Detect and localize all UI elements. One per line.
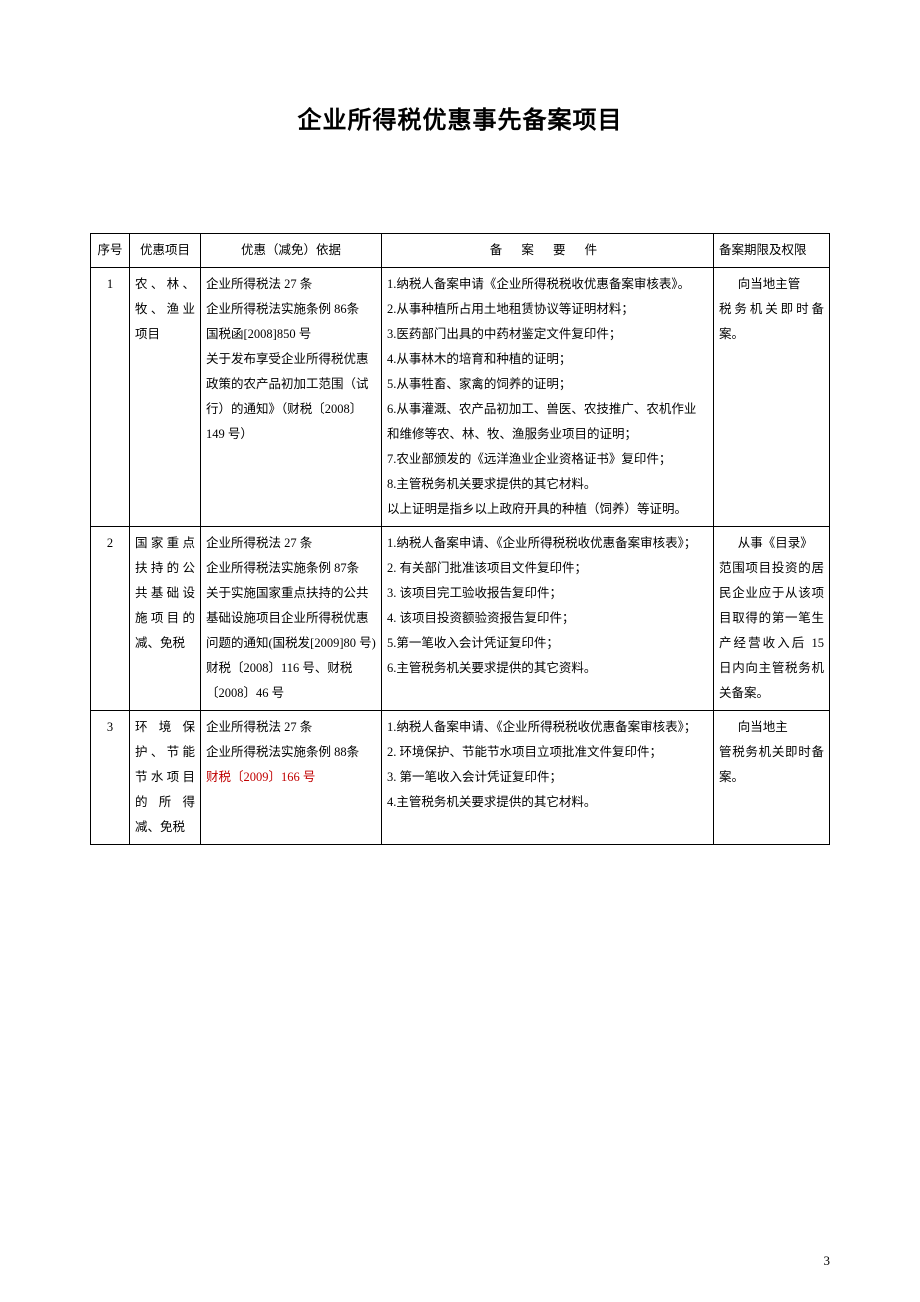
page-title: 企业所得税优惠事先备案项目: [90, 100, 830, 143]
basis-plain: 企业所得税法 27 条企业所得税法实施条例 88条: [206, 720, 359, 759]
cell-basis: 企业所得税法 27 条企业所得税法实施条例 86条国税函[2008]850 号关…: [201, 268, 382, 527]
cell-item: 农、林、牧、渔业项目: [130, 268, 201, 527]
header-index: 序号: [91, 234, 130, 268]
header-requirements: 备 案 要 件: [382, 234, 714, 268]
period-rest: 范围项目投资的居民企业应于从该项目取得的第一笔生产经营收入后 15 日内向主管税…: [719, 561, 824, 700]
cell-req: 1.纳税人备案申请、《企业所得税税收优惠备案审核表》；2. 有关部门批准该项目文…: [382, 527, 714, 711]
period-rest: 管税务机关即时备案。: [719, 745, 824, 784]
cell-period: 从事《目录》范围项目投资的居民企业应于从该项目取得的第一笔生产经营收入后 15 …: [714, 527, 830, 711]
cell-basis: 企业所得税法 27 条企业所得税法实施条例 88条 财税〔2009〕166 号: [201, 711, 382, 845]
table-row: 1 农、林、牧、渔业项目 企业所得税法 27 条企业所得税法实施条例 86条国税…: [91, 268, 830, 527]
table-row: 2 国家重点扶持的公共基础设施项目的减、免税 企业所得税法 27 条企业所得税法…: [91, 527, 830, 711]
header-basis: 优惠（减免）依据: [201, 234, 382, 268]
cell-index: 3: [91, 711, 130, 845]
page-number: 3: [824, 1249, 831, 1272]
period-first: 从事《目录》: [719, 531, 824, 556]
table-row: 3 环境保护、节能节水项目的所得减、免税 企业所得税法 27 条企业所得税法实施…: [91, 711, 830, 845]
period-first: 向当地主管: [719, 272, 824, 297]
cell-item: 国家重点扶持的公共基础设施项目的减、免税: [130, 527, 201, 711]
basis-red: 财税〔2009〕166 号: [206, 770, 315, 784]
header-period: 备案期限及权限: [714, 234, 830, 268]
filing-table: 序号 优惠项目 优惠（减免）依据 备 案 要 件 备案期限及权限 1 农、林、牧…: [90, 233, 830, 845]
period-first: 向当地主: [719, 715, 824, 740]
cell-period: 向当地主管税务机关即时备案。: [714, 711, 830, 845]
header-item: 优惠项目: [130, 234, 201, 268]
cell-item: 环境保护、节能节水项目的所得减、免税: [130, 711, 201, 845]
cell-req: 1.纳税人备案申请、《企业所得税税收优惠备案审核表》；2. 环境保护、节能节水项…: [382, 711, 714, 845]
cell-period: 向当地主管税务机关即时备案。: [714, 268, 830, 527]
period-rest: 税务机关即时备案。: [719, 302, 824, 341]
cell-index: 2: [91, 527, 130, 711]
cell-index: 1: [91, 268, 130, 527]
cell-req: 1.纳税人备案申请《企业所得税税收优惠备案审核表》。2.从事种植所占用土地租赁协…: [382, 268, 714, 527]
cell-basis: 企业所得税法 27 条企业所得税法实施条例 87条关于实施国家重点扶持的公共基础…: [201, 527, 382, 711]
